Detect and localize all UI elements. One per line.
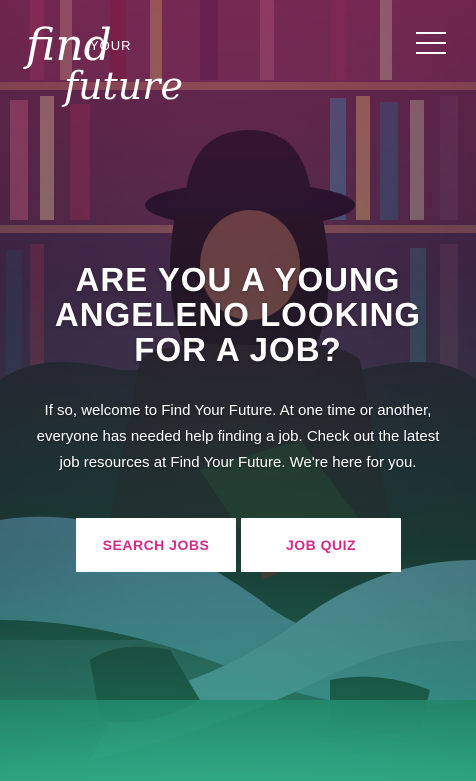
find-your-future-logo[interactable]: find YOUR future xyxy=(26,24,183,116)
logo-future-text: future xyxy=(64,64,183,108)
logo-your-text: YOUR xyxy=(90,38,132,53)
menu-line xyxy=(416,42,446,44)
hamburger-menu-icon[interactable] xyxy=(416,32,446,54)
hero-intro-text: If so, welcome to Find Your Future. At o… xyxy=(36,402,440,471)
hero-headline: ARE YOU A YOUNG ANGELENO LOOKING FOR A J… xyxy=(54,261,422,368)
menu-line xyxy=(416,32,446,34)
menu-line xyxy=(416,52,446,54)
hero-section: find YOUR future ARE YOU A YOUNG ANGELEN… xyxy=(0,0,476,781)
hero-color-overlay xyxy=(0,0,476,781)
job-quiz-button[interactable]: JOB QUIZ xyxy=(241,518,401,572)
search-jobs-button[interactable]: SEARCH JOBS xyxy=(76,518,236,572)
